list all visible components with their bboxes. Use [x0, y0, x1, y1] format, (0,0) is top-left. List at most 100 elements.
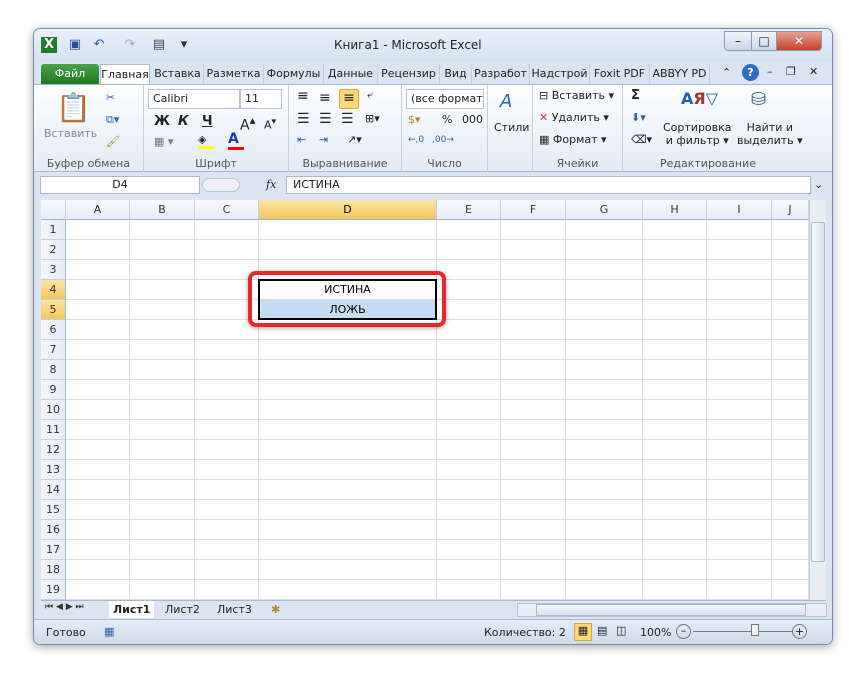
- cell-J10[interactable]: [772, 400, 809, 420]
- cell-H10[interactable]: [643, 400, 707, 420]
- cell-A8[interactable]: [66, 360, 130, 380]
- column-header-I[interactable]: I: [707, 200, 772, 220]
- cell-E12[interactable]: [437, 440, 501, 460]
- row-header-8[interactable]: 8: [41, 360, 66, 380]
- cell-B10[interactable]: [130, 400, 195, 420]
- row-header-17[interactable]: 17: [41, 540, 66, 560]
- find-select-button[interactable]: Найти и выделить ▾: [737, 121, 803, 147]
- cell-H7[interactable]: [643, 340, 707, 360]
- cell-F12[interactable]: [501, 440, 566, 460]
- cell-E2[interactable]: [437, 240, 501, 260]
- zoom-out-button[interactable]: –: [676, 624, 691, 639]
- decrease-indent-icon[interactable]: ⇤: [297, 133, 306, 146]
- cell-J5[interactable]: [772, 300, 809, 320]
- cell-C14[interactable]: [195, 480, 259, 500]
- orientation-icon[interactable]: ↗▾: [347, 133, 362, 146]
- cell-G9[interactable]: [566, 380, 643, 400]
- redo-icon[interactable]: ↷: [122, 37, 138, 53]
- cell-J1[interactable]: [772, 220, 809, 240]
- cell-E18[interactable]: [437, 560, 501, 580]
- cell-D8[interactable]: [259, 360, 437, 380]
- select-all-corner[interactable]: [41, 200, 66, 220]
- cell-E16[interactable]: [437, 520, 501, 540]
- cell-I14[interactable]: [707, 480, 772, 500]
- cell-D12[interactable]: [259, 440, 437, 460]
- cell-F13[interactable]: [501, 460, 566, 480]
- column-header-D[interactable]: D: [259, 200, 437, 220]
- font-color-icon[interactable]: A: [228, 131, 244, 150]
- sheet-tab-3[interactable]: Лист3: [213, 601, 256, 618]
- cell-J3[interactable]: [772, 260, 809, 280]
- cell-A7[interactable]: [66, 340, 130, 360]
- align-center-icon[interactable]: ☰: [319, 111, 332, 127]
- cell-E13[interactable]: [437, 460, 501, 480]
- cell-B7[interactable]: [130, 340, 195, 360]
- cell-H8[interactable]: [643, 360, 707, 380]
- cell-D7[interactable]: [259, 340, 437, 360]
- row-header-1[interactable]: 1: [41, 220, 66, 240]
- cell-B19[interactable]: [130, 580, 195, 600]
- row-header-12[interactable]: 12: [41, 440, 66, 460]
- cell-G17[interactable]: [566, 540, 643, 560]
- cell-A1[interactable]: [66, 220, 130, 240]
- cell-D13[interactable]: [259, 460, 437, 480]
- cell-F16[interactable]: [501, 520, 566, 540]
- row-header-19[interactable]: 19: [41, 580, 66, 600]
- font-name-select[interactable]: Calibri: [148, 89, 240, 109]
- shrink-font-icon[interactable]: A▾: [264, 116, 276, 132]
- cell-J11[interactable]: [772, 420, 809, 440]
- thousands-button[interactable]: 000: [462, 113, 483, 126]
- cell-H13[interactable]: [643, 460, 707, 480]
- tab-insert[interactable]: Вставка: [152, 64, 204, 84]
- align-middle-icon[interactable]: ≡: [319, 90, 331, 106]
- tab-view[interactable]: Вид: [440, 64, 472, 84]
- cell-F17[interactable]: [501, 540, 566, 560]
- cell-C4[interactable]: [195, 280, 259, 300]
- cell-F9[interactable]: [501, 380, 566, 400]
- row-header-2[interactable]: 2: [41, 240, 66, 260]
- vertical-scroll-thumb[interactable]: [811, 222, 825, 562]
- column-header-H[interactable]: H: [643, 200, 707, 220]
- cell-A15[interactable]: [66, 500, 130, 520]
- cell-H19[interactable]: [643, 580, 707, 600]
- cell-B15[interactable]: [130, 500, 195, 520]
- cell-B12[interactable]: [130, 440, 195, 460]
- increase-decimal-icon[interactable]: ←,0: [408, 135, 424, 145]
- cell-E7[interactable]: [437, 340, 501, 360]
- cell-J6[interactable]: [772, 320, 809, 340]
- cell-B14[interactable]: [130, 480, 195, 500]
- cell-G6[interactable]: [566, 320, 643, 340]
- cell-B16[interactable]: [130, 520, 195, 540]
- cell-A5[interactable]: [66, 300, 130, 320]
- cell-F10[interactable]: [501, 400, 566, 420]
- zoom-slider-thumb[interactable]: [751, 624, 760, 636]
- cell-G13[interactable]: [566, 460, 643, 480]
- bold-button[interactable]: Ж: [154, 114, 170, 129]
- cell-H6[interactable]: [643, 320, 707, 340]
- cell-C16[interactable]: [195, 520, 259, 540]
- cell-I12[interactable]: [707, 440, 772, 460]
- maximize-button[interactable]: □: [751, 31, 777, 51]
- minimize-ribbon-icon[interactable]: ⌃: [722, 66, 731, 79]
- italic-button[interactable]: К: [178, 114, 189, 129]
- customize-icon[interactable]: ▾: [176, 37, 192, 53]
- doc-restore-icon[interactable]: ❐: [786, 65, 796, 78]
- cell-H4[interactable]: [643, 280, 707, 300]
- cell-G15[interactable]: [566, 500, 643, 520]
- cell-B4[interactable]: [130, 280, 195, 300]
- copy-icon[interactable]: ⧉▾: [106, 113, 119, 127]
- cell-C12[interactable]: [195, 440, 259, 460]
- cell-E17[interactable]: [437, 540, 501, 560]
- cell-G12[interactable]: [566, 440, 643, 460]
- cell-A17[interactable]: [66, 540, 130, 560]
- cell-G10[interactable]: [566, 400, 643, 420]
- column-header-C[interactable]: C: [195, 200, 259, 220]
- cell-B5[interactable]: [130, 300, 195, 320]
- percent-button[interactable]: %: [442, 113, 452, 126]
- cell-F3[interactable]: [501, 260, 566, 280]
- row-header-11[interactable]: 11: [41, 420, 66, 440]
- horizontal-scrollbar[interactable]: [517, 603, 827, 617]
- cell-J13[interactable]: [772, 460, 809, 480]
- styles-button[interactable]: Стили: [494, 121, 529, 134]
- tab-developer[interactable]: Разработ: [472, 64, 530, 84]
